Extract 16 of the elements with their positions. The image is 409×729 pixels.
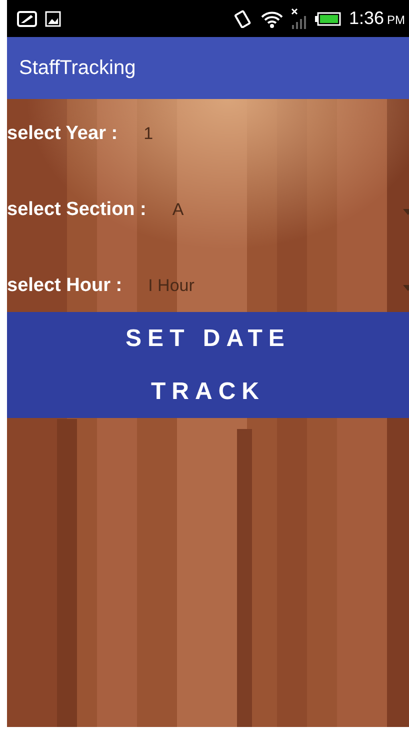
action-button[interactable]: TRACK	[7, 365, 409, 418]
vibrate-icon	[232, 10, 253, 28]
clock-time: 1:36 PM	[348, 8, 405, 29]
action-button[interactable]: SET DATE	[7, 312, 409, 365]
image-icon	[45, 10, 61, 26]
dropdown-value[interactable]: A	[172, 200, 184, 220]
field-label: select Hour :	[7, 274, 122, 296]
signal-icon	[290, 8, 307, 30]
app-title: StaffTracking	[19, 56, 136, 80]
notification-icon	[15, 10, 37, 26]
dropdown-value[interactable]: 1	[144, 124, 154, 144]
field-label: select Year :	[7, 122, 118, 144]
wifi-icon	[260, 10, 283, 28]
dropdown-value[interactable]: I Hour	[148, 276, 194, 296]
battery-icon	[314, 12, 341, 26]
field-label: select Section :	[7, 198, 146, 220]
